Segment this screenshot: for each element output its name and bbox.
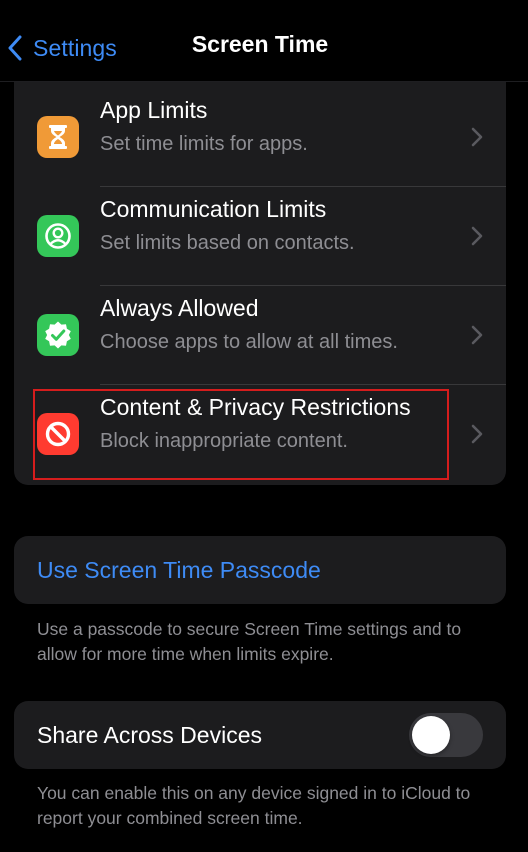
chevron-right-icon [469, 225, 485, 247]
toggle-knob [412, 716, 450, 754]
nav-divider [0, 81, 528, 82]
row-title: App Limits [100, 97, 208, 123]
checkmark-seal-icon [37, 314, 79, 356]
share-across-devices-row: Share Across Devices [14, 701, 506, 769]
row-title: Communication Limits [100, 196, 327, 222]
row-always-allowed[interactable]: Always Allowed Choose apps to allow at a… [14, 286, 506, 385]
chevron-right-icon [469, 324, 485, 346]
page-title: Screen Time [191, 31, 329, 57]
share-toggle[interactable] [409, 713, 483, 757]
row-subtitle: Choose apps to allow at all times. [100, 331, 398, 353]
row-content-privacy-restrictions[interactable]: Content & Privacy Restrictions Block ina… [14, 385, 506, 484]
limits-group: App Limits Set time limits for apps. Com… [14, 40, 506, 485]
screen: Settings Screen Time App Limits Set time… [0, 0, 528, 852]
passcode-label: Use Screen Time Passcode [37, 557, 321, 583]
screen-time-passcode-button[interactable]: Use Screen Time Passcode [14, 536, 506, 604]
row-communication-limits[interactable]: Communication Limits Set limits based on… [14, 187, 506, 286]
row-subtitle: Block inappropriate content. [100, 430, 348, 452]
row-subtitle: Set time limits for apps. [100, 133, 308, 155]
row-subtitle: Set limits based on contacts. [100, 232, 355, 254]
passcode-footnote: Use a passcode to secure Screen Time set… [37, 619, 462, 664]
no-entry-icon [37, 413, 79, 455]
row-title: Always Allowed [100, 295, 259, 321]
share-footnote: You can enable this on any device signed… [37, 783, 471, 828]
navigation-bar: Settings Screen Time [0, 0, 528, 82]
chevron-right-icon [469, 126, 485, 148]
chevron-right-icon [469, 423, 485, 445]
hourglass-icon [37, 116, 79, 158]
share-label: Share Across Devices [37, 722, 262, 748]
person-circle-icon [37, 215, 79, 257]
row-app-limits[interactable]: App Limits Set time limits for apps. [14, 88, 506, 187]
row-title: Content & Privacy Restrictions [100, 394, 411, 420]
